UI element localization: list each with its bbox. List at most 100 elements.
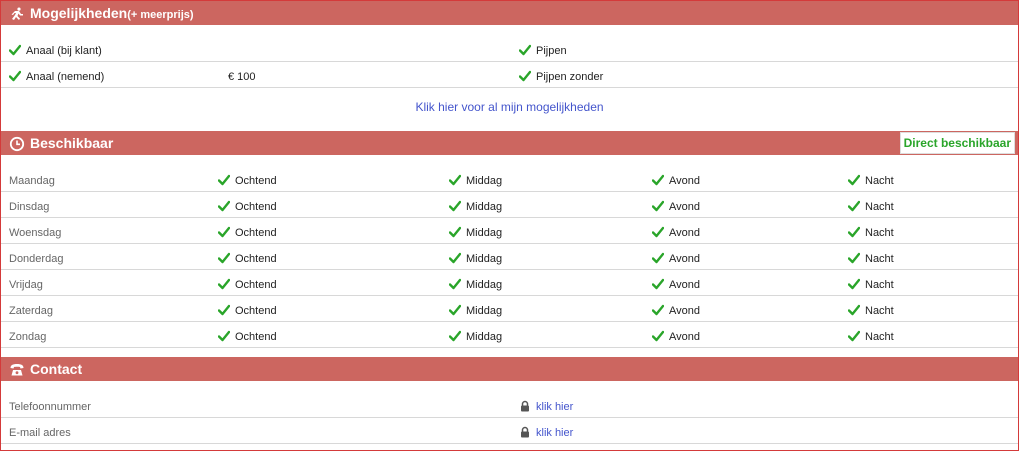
checkmark-icon	[847, 246, 861, 264]
slot-label: Avond	[669, 227, 700, 239]
slot-nacht: Nacht	[847, 322, 894, 348]
checkmark-icon	[448, 246, 462, 264]
checkmark-icon	[518, 38, 532, 56]
availability-row: Dinsdag Ochtend Middag Avond Nacht	[1, 192, 1018, 218]
availability-title: Beschikbaar	[30, 135, 114, 151]
availability-row: Donderdag Ochtend Middag Avond Nacht	[1, 244, 1018, 270]
availability-row: Maandag Ochtend Middag Avond Nacht	[1, 166, 1018, 192]
checkmark-icon	[448, 272, 462, 290]
day-label: Zaterdag	[9, 305, 54, 317]
slot-label: Middag	[466, 175, 503, 187]
option-right: Pijpen zonder	[518, 62, 604, 88]
lock-icon	[519, 420, 531, 438]
slot-nacht: Nacht	[847, 166, 894, 192]
checkmark-icon	[847, 194, 861, 212]
option-label: Anaal (bij klant)	[26, 45, 102, 57]
slot-middag: Middag	[448, 192, 503, 218]
contact-row: E-mail adres klik hier	[1, 418, 1018, 444]
checkmark-icon	[448, 298, 462, 316]
slot-avond: Avond	[651, 322, 700, 348]
checkmark-icon	[847, 272, 861, 290]
day-label: Zondag	[9, 331, 47, 343]
contact-row: Telefoonnummer klik hier	[1, 392, 1018, 418]
checkmark-icon	[217, 324, 231, 342]
slot-middag: Middag	[448, 296, 503, 322]
contact-label: Telefoonnummer	[9, 401, 91, 413]
day-label: Woensdag	[9, 227, 62, 239]
checkmark-icon	[8, 38, 22, 56]
slot-label: Nacht	[865, 227, 894, 239]
checkmark-icon	[217, 298, 231, 316]
slot-label: Ochtend	[235, 305, 277, 317]
availability-header: Beschikbaar Direct beschikbaar	[1, 131, 1018, 155]
checkmark-icon	[651, 246, 665, 264]
slot-label: Nacht	[865, 305, 894, 317]
checkmark-icon	[651, 298, 665, 316]
slot-nacht: Nacht	[847, 192, 894, 218]
option-left: Anaal (nemend)	[8, 62, 105, 88]
slot-nacht: Nacht	[847, 296, 894, 322]
slot-label: Avond	[669, 201, 700, 213]
checkmark-icon	[651, 194, 665, 212]
checkmark-icon	[217, 272, 231, 290]
checkmark-icon	[448, 168, 462, 186]
slot-label: Ochtend	[235, 253, 277, 265]
slot-label: Avond	[669, 253, 700, 265]
checkmark-icon	[448, 324, 462, 342]
option-label: Pijpen zonder	[536, 71, 604, 83]
availability-row: Vrijdag Ochtend Middag Avond Nacht	[1, 270, 1018, 296]
option-price: € 100	[228, 71, 256, 83]
option-label: Pijpen	[536, 45, 567, 57]
slot-avond: Avond	[651, 244, 700, 270]
slot-label: Avond	[669, 175, 700, 187]
direct-available-button[interactable]: Direct beschikbaar	[899, 132, 1015, 154]
slot-ochtend: Ochtend	[217, 244, 277, 270]
slot-avond: Avond	[651, 270, 700, 296]
contact-label: E-mail adres	[9, 427, 71, 439]
contact-reveal-link[interactable]: klik hier	[536, 427, 573, 439]
slot-nacht: Nacht	[847, 270, 894, 296]
checkmark-icon	[448, 194, 462, 212]
availability-row: Woensdag Ochtend Middag Avond Nacht	[1, 218, 1018, 244]
contact-reveal-link[interactable]: klik hier	[536, 401, 573, 413]
slot-label: Middag	[466, 305, 503, 317]
checkmark-icon	[847, 298, 861, 316]
lock-icon	[519, 394, 531, 412]
slot-label: Middag	[466, 227, 503, 239]
day-label: Maandag	[9, 175, 55, 187]
checkmark-icon	[847, 168, 861, 186]
checkmark-icon	[217, 246, 231, 264]
checkmark-icon	[217, 194, 231, 212]
options-header: Mogelijkheden(+ meerprijs)	[1, 1, 1018, 25]
more-options-row: Klik hier voor al mijn mogelijkheden	[1, 88, 1018, 124]
contact-value: klik hier	[519, 418, 573, 444]
option-row: Anaal (nemend) € 100 Pijpen zonder	[1, 62, 1018, 88]
checkmark-icon	[847, 324, 861, 342]
slot-avond: Avond	[651, 296, 700, 322]
slot-avond: Avond	[651, 192, 700, 218]
running-figure-icon	[11, 7, 23, 21]
checkmark-icon	[518, 64, 532, 82]
slot-ochtend: Ochtend	[217, 166, 277, 192]
availability-table: Maandag Ochtend Middag Avond Nacht Dinsdag Och…	[1, 166, 1018, 348]
checkmark-icon	[217, 168, 231, 186]
options-list: Anaal (bij klant) Pijpen Anaal (nemend) € 1…	[1, 36, 1018, 88]
slot-ochtend: Ochtend	[217, 322, 277, 348]
checkmark-icon	[8, 64, 22, 82]
contact-header: Contact	[1, 357, 1018, 381]
checkmark-icon	[651, 220, 665, 238]
more-options-link[interactable]: Klik hier voor al mijn mogelijkheden	[415, 100, 603, 114]
slot-label: Middag	[466, 201, 503, 213]
slot-label: Avond	[669, 279, 700, 291]
slot-label: Ochtend	[235, 227, 277, 239]
slot-ochtend: Ochtend	[217, 192, 277, 218]
slot-label: Nacht	[865, 175, 894, 187]
checkmark-icon	[448, 220, 462, 238]
slot-label: Ochtend	[235, 279, 277, 291]
profile-panel: Mogelijkheden(+ meerprijs) Anaal (bij kl…	[0, 0, 1019, 451]
option-label: Anaal (nemend)	[26, 71, 105, 83]
slot-nacht: Nacht	[847, 244, 894, 270]
slot-label: Middag	[466, 253, 503, 265]
slot-label: Nacht	[865, 279, 894, 291]
day-label: Vrijdag	[9, 279, 43, 291]
